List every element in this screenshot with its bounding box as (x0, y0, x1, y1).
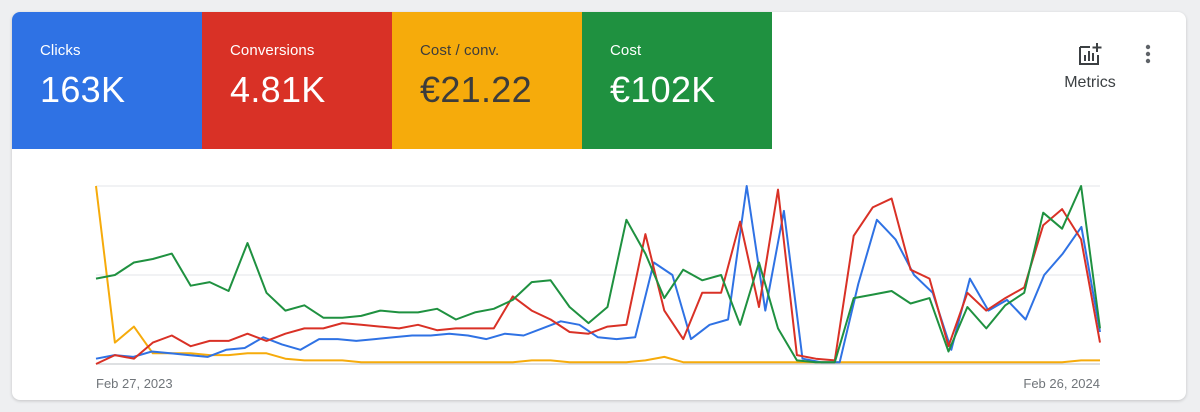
add-chart-icon (1079, 43, 1102, 65)
scorecard-cost-per-conversion[interactable]: Cost / conv. €21.22 (392, 12, 582, 149)
series-line-cost-conv- (95, 185, 1100, 364)
series-line-cost (95, 185, 1101, 364)
scorecard-conversions[interactable]: Conversions 4.81K (202, 12, 392, 149)
metrics-button[interactable]: Metrics (1050, 42, 1130, 102)
more-options-button[interactable] (1136, 42, 1160, 66)
scorecard-label: Clicks (40, 42, 81, 59)
x-axis-end-label: Feb 26, 2024 (1023, 376, 1100, 391)
scorecard-cost[interactable]: Cost €102K (582, 12, 772, 149)
metrics-label: Metrics (1064, 74, 1116, 91)
scorecard-row: Clicks 163K Conversions 4.81K Cost / con… (12, 12, 772, 149)
scorecard-label: Conversions (230, 42, 315, 59)
scorecard-value: 4.81K (230, 69, 326, 110)
more-vert-icon (1145, 44, 1151, 64)
performance-card: Clicks 163K Conversions 4.81K Cost / con… (12, 12, 1186, 400)
scorecard-value: €102K (610, 69, 716, 110)
line-chart: Feb 27, 2023 Feb 26, 2024 (95, 185, 1101, 391)
x-axis-start-label: Feb 27, 2023 (96, 376, 173, 391)
scorecard-clicks[interactable]: Clicks 163K (12, 12, 202, 149)
scorecard-value: €21.22 (420, 69, 532, 110)
scorecard-label: Cost / conv. (420, 42, 500, 59)
scorecard-label: Cost (610, 42, 642, 59)
series-line-clicks (95, 185, 1101, 364)
scorecard-value: 163K (40, 69, 126, 110)
